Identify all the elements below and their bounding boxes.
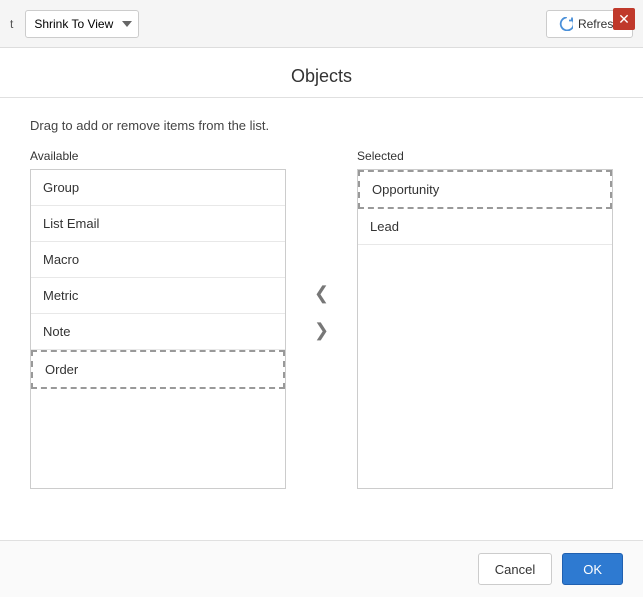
modal-title: Objects — [0, 66, 643, 87]
cancel-button[interactable]: Cancel — [478, 553, 552, 585]
selected-column: Selected Opportunity Lead — [357, 149, 613, 489]
list-item[interactable]: Macro — [31, 242, 285, 278]
modal-title-bar: Objects — [0, 48, 643, 98]
toolbar-label: t — [10, 17, 13, 31]
move-right-button[interactable]: ❯ — [306, 316, 337, 345]
available-label: Available — [30, 149, 286, 163]
columns: Available Group List Email Macro Metric … — [30, 149, 613, 489]
ok-button[interactable]: OK — [562, 553, 623, 585]
list-item[interactable]: Group — [31, 170, 285, 206]
shrink-to-view-select[interactable]: Shrink To View — [25, 10, 139, 38]
selected-list: Opportunity Lead — [357, 169, 613, 489]
refresh-icon — [559, 17, 573, 31]
modal-footer: Cancel OK — [0, 540, 643, 597]
close-button[interactable]: ✕ — [613, 8, 635, 30]
available-list: Group List Email Macro Metric Note Order — [30, 169, 286, 489]
selected-label: Selected — [357, 149, 613, 163]
available-column: Available Group List Email Macro Metric … — [30, 149, 286, 489]
move-left-button[interactable]: ❮ — [306, 279, 337, 308]
list-item-order[interactable]: Order — [31, 350, 285, 389]
instructions: Drag to add or remove items from the lis… — [30, 118, 613, 133]
selected-empty-area — [358, 245, 612, 445]
list-item[interactable]: List Email — [31, 206, 285, 242]
objects-modal: t Shrink To View Refresh ✕ Objects Drag … — [0, 0, 643, 597]
toolbar: t Shrink To View Refresh ✕ — [0, 0, 643, 48]
selected-item-lead[interactable]: Lead — [358, 209, 612, 245]
selected-item-opportunity[interactable]: Opportunity — [358, 170, 612, 209]
modal-body: Drag to add or remove items from the lis… — [0, 98, 643, 540]
arrows-column: ❮ ❯ — [286, 279, 357, 345]
list-item[interactable]: Metric — [31, 278, 285, 314]
list-item[interactable]: Note — [31, 314, 285, 350]
